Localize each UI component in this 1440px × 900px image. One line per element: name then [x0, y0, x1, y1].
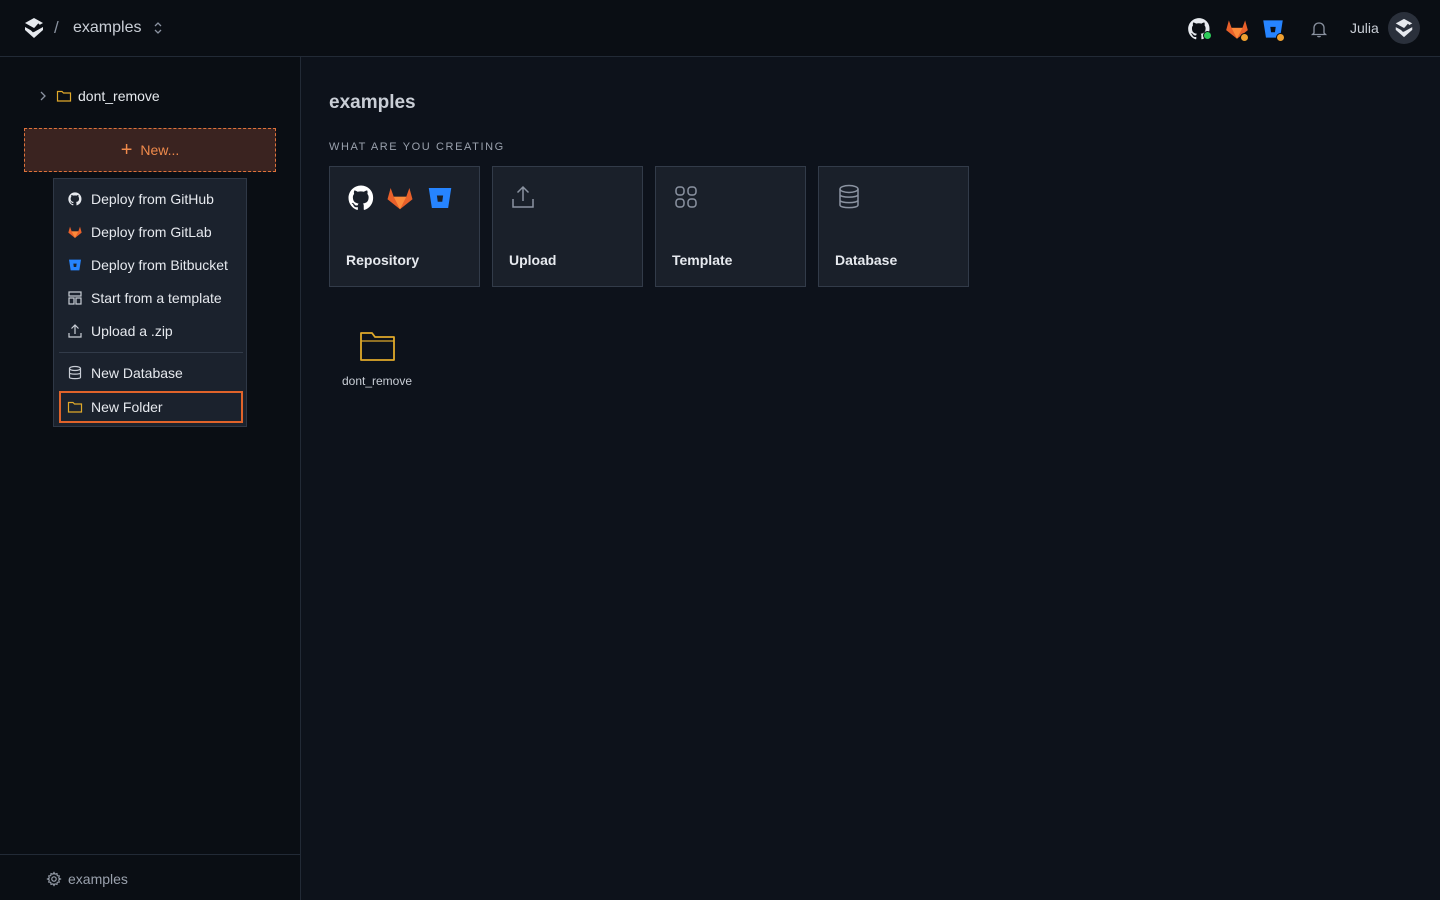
new-button[interactable]: + New...: [24, 128, 276, 172]
chevron-right-icon[interactable]: [36, 89, 50, 103]
card-database[interactable]: Database: [818, 166, 969, 287]
bell-icon[interactable]: [1309, 19, 1329, 39]
new-button-label: New...: [140, 142, 180, 158]
upload-icon: [68, 324, 82, 338]
page-title: examples: [329, 92, 416, 113]
card-label: Repository: [346, 252, 420, 268]
card-label: Upload: [509, 252, 557, 268]
bitbucket-icon: [69, 259, 81, 271]
menu-item-label: Start from a template: [91, 290, 222, 306]
logo-icon[interactable]: [22, 16, 46, 40]
menu-item-deploy-github[interactable]: Deploy from GitHub: [59, 185, 243, 213]
gear-icon[interactable]: [46, 871, 62, 887]
tree-item-label: dont_remove: [78, 88, 160, 104]
database-icon: [839, 184, 859, 209]
bitbucket-status-dot: [1276, 33, 1285, 42]
menu-item-label: Upload a .zip: [91, 323, 173, 339]
folder-icon: [67, 401, 83, 413]
user-name[interactable]: Julia: [1350, 20, 1379, 36]
breadcrumb-separator: /: [54, 18, 59, 37]
folder-icon: [56, 90, 72, 102]
chevron-updown-icon[interactable]: [152, 21, 164, 35]
menu-item-new-folder[interactable]: New Folder: [59, 391, 243, 423]
card-label: Template: [672, 252, 733, 268]
menu-item-label: New Folder: [91, 399, 163, 415]
section-label: WHAT ARE YOU CREATING: [329, 141, 505, 153]
menu-item-deploy-gitlab[interactable]: Deploy from GitLab: [59, 218, 243, 246]
top-bar: / examples Julia: [0, 0, 1440, 57]
menu-item-label: Deploy from Bitbucket: [91, 257, 228, 273]
tree-item-dont-remove[interactable]: dont_remove: [36, 85, 276, 107]
project-name[interactable]: examples: [73, 19, 141, 37]
github-status-dot: [1203, 31, 1212, 40]
card-template[interactable]: Template: [655, 166, 806, 287]
menu-item-new-database[interactable]: New Database: [59, 359, 243, 387]
menu-item-label: Deploy from GitHub: [91, 191, 214, 207]
menu-item-label: New Database: [91, 365, 183, 381]
plus-icon: +: [120, 139, 133, 161]
bitbucket-icon: [428, 188, 452, 208]
card-upload[interactable]: Upload: [492, 166, 643, 287]
menu-item-upload-zip[interactable]: Upload a .zip: [59, 317, 243, 345]
avatar-logo-icon: [1395, 18, 1413, 38]
gitlab-icon: [387, 188, 413, 210]
footer-project-label[interactable]: examples: [68, 871, 128, 887]
sidebar-footer[interactable]: examples: [0, 854, 300, 900]
card-label: Database: [835, 252, 898, 268]
sidebar: dont_remove + New... Deploy from GitHub …: [0, 57, 301, 900]
database-icon: [68, 365, 82, 380]
gitlab-icon: [68, 226, 82, 238]
github-icon: [68, 192, 82, 206]
folder-icon: [360, 332, 395, 361]
gitlab-status-dot: [1240, 33, 1249, 42]
menu-item-label: Deploy from GitLab: [91, 224, 212, 240]
menu-item-start-template[interactable]: Start from a template: [59, 284, 243, 312]
new-dropdown-menu: Deploy from GitHub Deploy from GitLab De…: [53, 178, 247, 427]
template-grid-icon: [675, 186, 697, 208]
menu-item-deploy-bitbucket[interactable]: Deploy from Bitbucket: [59, 251, 243, 279]
avatar[interactable]: [1388, 12, 1420, 44]
github-icon: [348, 185, 374, 210]
card-repository[interactable]: Repository: [329, 166, 480, 287]
upload-icon: [512, 185, 534, 208]
main-content: examples WHAT ARE YOU CREATING Repositor…: [301, 57, 1440, 900]
template-icon: [68, 291, 82, 305]
folder-label: dont_remove: [341, 374, 413, 388]
folder-tile-dont-remove[interactable]: dont_remove: [339, 327, 419, 397]
menu-divider: [59, 352, 243, 353]
